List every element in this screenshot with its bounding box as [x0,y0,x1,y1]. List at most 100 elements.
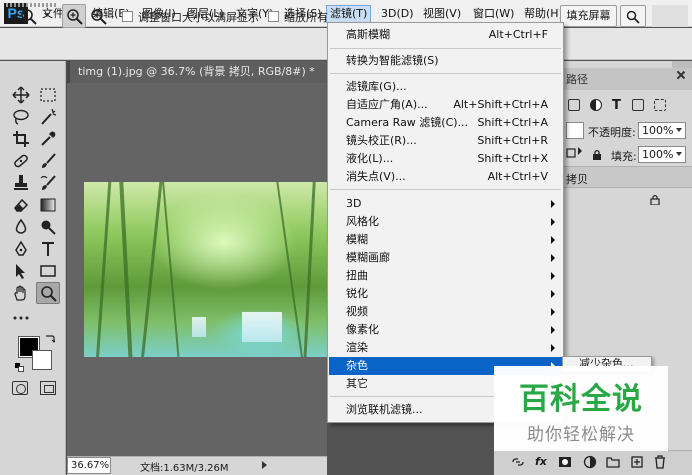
move-tool[interactable] [9,84,33,106]
type-tool[interactable] [36,238,60,260]
menu-item-adaptive-wide-angle[interactable]: 自适应广角(A)... Alt+Shift+Ctrl+A [329,96,562,114]
type-icon [42,242,54,256]
quick-mask-icon[interactable] [12,381,28,395]
magic-wand-tool[interactable] [36,106,60,128]
menu-item-last-filter[interactable]: 高斯模糊 Alt+Ctrl+F [329,26,562,44]
menu-item-stylize[interactable]: 风格化 [329,213,562,231]
menu-item-distort[interactable]: 扭曲 [329,267,562,285]
resize-windows-checkbox[interactable] [122,11,133,22]
workspace-switcher[interactable] [652,5,688,27]
zoom-out-button[interactable] [86,4,110,28]
menu-separator [330,189,561,190]
tab-paths[interactable]: 路径 [566,71,588,87]
bandage-icon [14,154,28,168]
healing-brush-tool[interactable] [9,150,33,172]
zoom-in-icon [67,9,83,25]
screen-mode-icon[interactable] [40,381,56,395]
zoom-tool[interactable] [36,282,60,304]
menu-item-video[interactable]: 视频 [329,303,562,321]
menu-item-pixelate[interactable]: 像素化 [329,321,562,339]
menu-item-3d[interactable]: 3D [329,195,562,213]
menu-item-blur[interactable]: 模糊 [329,231,562,249]
eraser-tool[interactable] [9,194,33,216]
zoom-level-field[interactable]: 36.67% [67,457,111,474]
hand-tool[interactable] [9,282,33,304]
menu-item-blur-gallery[interactable]: 模糊画廊 [329,249,562,267]
zoom-tool-preset-button[interactable] [16,4,40,28]
hand-icon [14,285,26,301]
adjustment-layer-icon[interactable] [583,455,597,469]
background-color-swatch[interactable] [32,350,52,370]
menu-window[interactable]: 窗口(W) [470,5,517,23]
crop-tool[interactable] [9,128,33,150]
edit-toolbar-button[interactable] [9,307,33,329]
lasso-tool[interactable] [9,106,33,128]
pen-icon [15,240,27,256]
submenu-arrow-icon [551,308,555,316]
shape-filter-icon[interactable] [632,99,644,111]
opacity-label: 不透明度: [588,126,636,139]
status-menu-arrow-icon[interactable] [262,461,267,469]
menu-item-lens-correction[interactable]: 镜头校正(R)... Shift+Ctrl+R [329,132,562,150]
menu-item-render[interactable]: 渲染 [329,339,562,357]
pen-tool[interactable] [9,238,33,260]
fill-input[interactable]: 100% [638,146,686,163]
layer-style-icon[interactable]: fx [535,455,549,469]
brush-tool[interactable] [36,150,60,172]
image-filter-icon[interactable] [568,99,580,111]
new-layer-icon[interactable] [630,455,644,469]
zoom-all-checkbox[interactable] [268,11,279,22]
lock-icon[interactable] [592,149,602,160]
menu-item-liquify[interactable]: 液化(L)... Shift+Ctrl+X [329,150,562,168]
gradient-icon [40,198,56,212]
blur-tool[interactable] [9,216,33,238]
menu-item-convert-smart-filters[interactable]: 转换为智能滤镜(S) [329,52,562,70]
submenu-arrow-icon [551,290,555,298]
rectangle-tool[interactable] [36,260,60,282]
menu-item-camera-raw[interactable]: Camera Raw 滤镜(C)... Shift+Ctrl+A [329,114,562,132]
new-group-icon[interactable] [606,455,620,469]
dodge-tool[interactable] [36,216,60,238]
document-tab[interactable]: timg (1).jpg @ 36.7% (背景 拷贝, RGB/8#) * [70,61,327,83]
clone-stamp-tool[interactable] [9,172,33,194]
resize-windows-label: 调整窗口大小以满屏显示 [138,11,259,24]
panel-grip[interactable] [6,3,58,7]
menu-filter[interactable]: 滤镜(T) [326,5,372,23]
search-icon [626,10,640,24]
menu-item-filter-gallery[interactable]: 滤镜库(G)... [329,78,562,96]
brush-icon [42,153,56,168]
document-size: 文档:1.63M/3.26M [140,463,229,474]
fill-screen-button[interactable]: 填充屏幕 [560,5,617,27]
zoom-in-button[interactable] [62,4,86,28]
smart-object-filter-icon[interactable] [654,99,666,111]
swap-colors-icon[interactable] [45,333,57,343]
eyedropper-tool[interactable] [36,128,60,150]
default-colors-icon[interactable] [15,362,24,372]
stamp-icon [14,175,28,190]
dodge-icon [41,220,56,235]
marquee-tool[interactable] [36,84,60,106]
magic-wand-icon [41,108,57,125]
panel-menu-icon[interactable] [676,70,686,80]
chevron-down-icon[interactable] [44,13,50,17]
zoom-icon [21,9,37,25]
blend-mode-select[interactable] [566,122,584,139]
submenu-arrow-icon [551,218,555,226]
delete-layer-icon[interactable] [653,455,667,469]
add-mask-icon[interactable] [558,455,572,469]
history-brush-tool[interactable] [36,172,60,194]
crop-icon [13,131,29,147]
gradient-tool[interactable] [36,194,60,216]
type-filter-icon[interactable]: T [612,98,621,113]
document-image[interactable] [84,182,327,357]
menu-3d[interactable]: 3D(D) [378,5,417,23]
path-selection-tool[interactable] [9,260,33,282]
lock-options[interactable] [566,146,586,163]
menu-item-vanishing-point[interactable]: 消失点(V)... Alt+Ctrl+V [329,168,562,186]
adjustment-filter-icon[interactable] [590,99,602,111]
search-button[interactable] [620,5,646,27]
menu-view[interactable]: 视图(V) [420,5,464,23]
menu-item-sharpen[interactable]: 锐化 [329,285,562,303]
link-layers-icon[interactable] [511,455,525,469]
opacity-input[interactable]: 100% [638,122,686,139]
